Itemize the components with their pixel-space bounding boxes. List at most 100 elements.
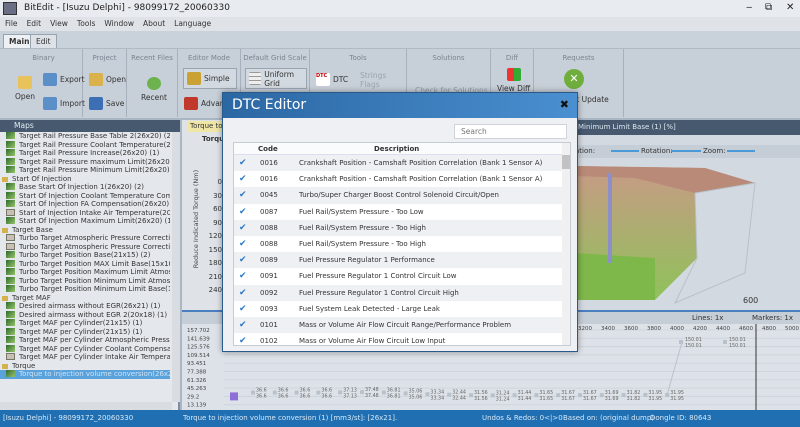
dtc-row[interactable]: ✔ 0087 Fuel Rail/System Pressure - Too Low	[234, 204, 570, 220]
menu-about[interactable]: About	[143, 19, 165, 28]
tree-item[interactable]: Turbo Target Position Maximum Limit Atmo…	[0, 268, 170, 277]
dtc-button[interactable]: DTC DTC	[316, 73, 348, 86]
tree-item[interactable]: Target Rail Pressure Base Table 2(26x20)…	[0, 132, 170, 141]
data-point[interactable]	[599, 393, 604, 398]
binary-open-button[interactable]: Open	[15, 76, 35, 101]
row-checkbox[interactable]: ✔	[239, 239, 247, 248]
tree-item[interactable]: Start of Injection Intake Air Temperatur…	[0, 208, 170, 218]
row-checkbox[interactable]: ✔	[239, 159, 247, 168]
data-point[interactable]	[251, 390, 255, 395]
dtc-row[interactable]: ✔ 0088 Fuel Rail/System Pressure - Too Hig…	[234, 236, 570, 252]
data-point[interactable]	[723, 339, 727, 344]
row-checkbox[interactable]: ✔	[239, 191, 247, 200]
project-open-button[interactable]: Open	[89, 73, 126, 86]
elevation-slider[interactable]	[611, 150, 639, 152]
3d-tab[interactable]: Minimum Limit Base (1) [%]	[575, 120, 800, 135]
tree-item[interactable]: Target MAF per Cylinder(21x15) (1)	[0, 319, 170, 328]
data-point[interactable]	[621, 393, 626, 398]
export-button[interactable]: Export	[43, 73, 85, 86]
data-point[interactable]	[294, 390, 299, 395]
minimize-button[interactable]: ‒	[746, 2, 752, 13]
tree-item[interactable]: Desired airmass without EGR(26x21) (1)	[0, 302, 170, 311]
dtc-row[interactable]: ✔ 0045 Turbo/Super Charger Boost Control S…	[234, 187, 570, 204]
tree-item[interactable]: Target Rail Pressure Minimum Limit(26x20…	[0, 166, 170, 175]
selected-point[interactable]	[230, 392, 238, 401]
dtc-row[interactable]: ✔ 0016 Crankshaft Position - Camshaft Posi…	[234, 155, 570, 172]
import-button[interactable]: Import	[43, 97, 85, 110]
data-point[interactable]	[272, 390, 277, 395]
column-code[interactable]: Code	[258, 143, 278, 155]
data-point[interactable]	[578, 393, 582, 398]
tree-item[interactable]: Turbo Target Atmospheric Pressure Correc…	[0, 242, 170, 252]
search-input[interactable]	[454, 124, 567, 139]
row-checkbox[interactable]: ✔	[239, 256, 247, 265]
dtc-row[interactable]: ✔ 0088 Fuel Rail/System Pressure - Too Hig…	[234, 219, 570, 236]
tree-item[interactable]: Target Rail Pressure Increase(26x20) (1)	[0, 149, 170, 158]
menu-edit[interactable]: Edit	[27, 19, 42, 28]
maps-hscrollbar[interactable]	[0, 402, 172, 410]
data-point[interactable]	[425, 392, 430, 397]
rotation-slider[interactable]	[671, 150, 701, 152]
tree-item[interactable]: Turbo Target Position MAX Limit Base(15x…	[0, 259, 170, 269]
tree-category[interactable]: Target Base	[0, 226, 170, 235]
data-point[interactable]	[556, 393, 561, 398]
strings-flags-button[interactable]: Strings Flags	[360, 71, 402, 89]
menu-tools[interactable]: Tools	[77, 19, 95, 28]
dtc-row[interactable]: ✔ 0016 Crankshaft Position - Camshaft Posi…	[234, 171, 570, 187]
dialog-close-button[interactable]: ✖	[560, 98, 569, 111]
tree-item[interactable]: Target MAF per Cylinder(21x15) (1)	[0, 327, 170, 337]
tree-item[interactable]: Desired airmass without EGR 2(20x18) (1)	[0, 310, 170, 320]
tree-item[interactable]: Torque to injection volume conversion(26…	[0, 370, 170, 379]
dtc-row[interactable]: ✔ 0091 Fuel Pressure Regulator 1 Control C…	[234, 268, 570, 284]
tree-item[interactable]: Start Of Injection Coolant Temperature C…	[0, 191, 170, 201]
tree-category[interactable]: Start Of Injection	[0, 175, 170, 184]
data-point[interactable]	[447, 392, 452, 397]
tree-item[interactable]: Target MAF per Cylinder Intake Air Tempe…	[0, 353, 170, 362]
row-checkbox[interactable]: ✔	[239, 304, 247, 313]
menu-view[interactable]: View	[50, 19, 68, 28]
menu-window[interactable]: Window	[104, 19, 134, 28]
tree-item[interactable]: Turbo Target Position Minimum Limit Base…	[0, 285, 170, 294]
uniform-grid-button[interactable]: Uniform Grid	[245, 68, 307, 89]
tree-item[interactable]: Turbo Target Position Base(21x15) (2)	[0, 251, 170, 260]
tree-item[interactable]: Target Rail Pressure Coolant Temperature…	[0, 140, 170, 150]
simple-mode-button[interactable]: Simple	[183, 68, 237, 89]
row-checkbox[interactable]: ✔	[239, 272, 247, 281]
tree-item[interactable]: Target MAF per Cylinder Coolant Compensa…	[0, 344, 170, 354]
row-checkbox[interactable]: ✔	[239, 207, 247, 216]
tab-edit[interactable]: Edit	[30, 34, 57, 48]
table-scrollbar[interactable]	[562, 143, 570, 345]
data-point[interactable]	[490, 393, 495, 398]
tree-item[interactable]: Target MAF per Cylinder Atmospheric Pres…	[0, 336, 170, 345]
tree-category[interactable]: Torque	[0, 362, 170, 371]
tree-item[interactable]: Base Start Of Injection 1(26x20) (2)	[0, 183, 170, 192]
data-point[interactable]	[512, 393, 517, 398]
data-point[interactable]	[679, 339, 683, 344]
close-button[interactable]: ✕	[786, 2, 794, 13]
menu-file[interactable]: File	[5, 19, 18, 28]
data-point[interactable]	[360, 390, 364, 395]
restore-button[interactable]: ⧉	[765, 2, 772, 13]
dtc-row[interactable]: ✔ 0092 Fuel Pressure Regulator 1 Control C…	[234, 284, 570, 301]
row-checkbox[interactable]: ✔	[239, 288, 247, 297]
project-save-button[interactable]: Save	[89, 97, 124, 110]
tree-category[interactable]: Target MAF	[0, 294, 170, 303]
data-point[interactable]	[643, 392, 648, 397]
data-point[interactable]	[403, 391, 408, 396]
data-point[interactable]	[381, 390, 386, 395]
maps-scrollbar[interactable]	[172, 132, 180, 402]
row-checkbox[interactable]: ✔	[239, 175, 247, 184]
menu-language[interactable]: Language	[174, 19, 211, 28]
dtc-row[interactable]: ✔ 0102 Mass or Volume Air Flow Circuit Low…	[234, 333, 570, 345]
tree-item[interactable]: Start Of Injection Maximum Limit(26x20) …	[0, 217, 170, 226]
row-checkbox[interactable]: ✔	[239, 223, 247, 232]
tree-item[interactable]: Target Rail Pressure maximum Limit(26x20…	[0, 157, 170, 167]
row-checkbox[interactable]: ✔	[239, 337, 247, 345]
dtc-row[interactable]: ✔ 0101 Mass or Volume Air Flow Circuit Ran…	[234, 316, 570, 334]
data-point[interactable]	[469, 393, 473, 398]
row-checkbox[interactable]: ✔	[239, 320, 247, 329]
zoom-slider[interactable]	[727, 150, 755, 152]
tree-item[interactable]: Turbo Target Position Minimum Limit Atmo…	[0, 276, 170, 286]
recent-button[interactable]: Recent	[141, 77, 167, 102]
tree-item[interactable]: Turbo Target Atmospheric Pressure Correc…	[0, 234, 170, 243]
